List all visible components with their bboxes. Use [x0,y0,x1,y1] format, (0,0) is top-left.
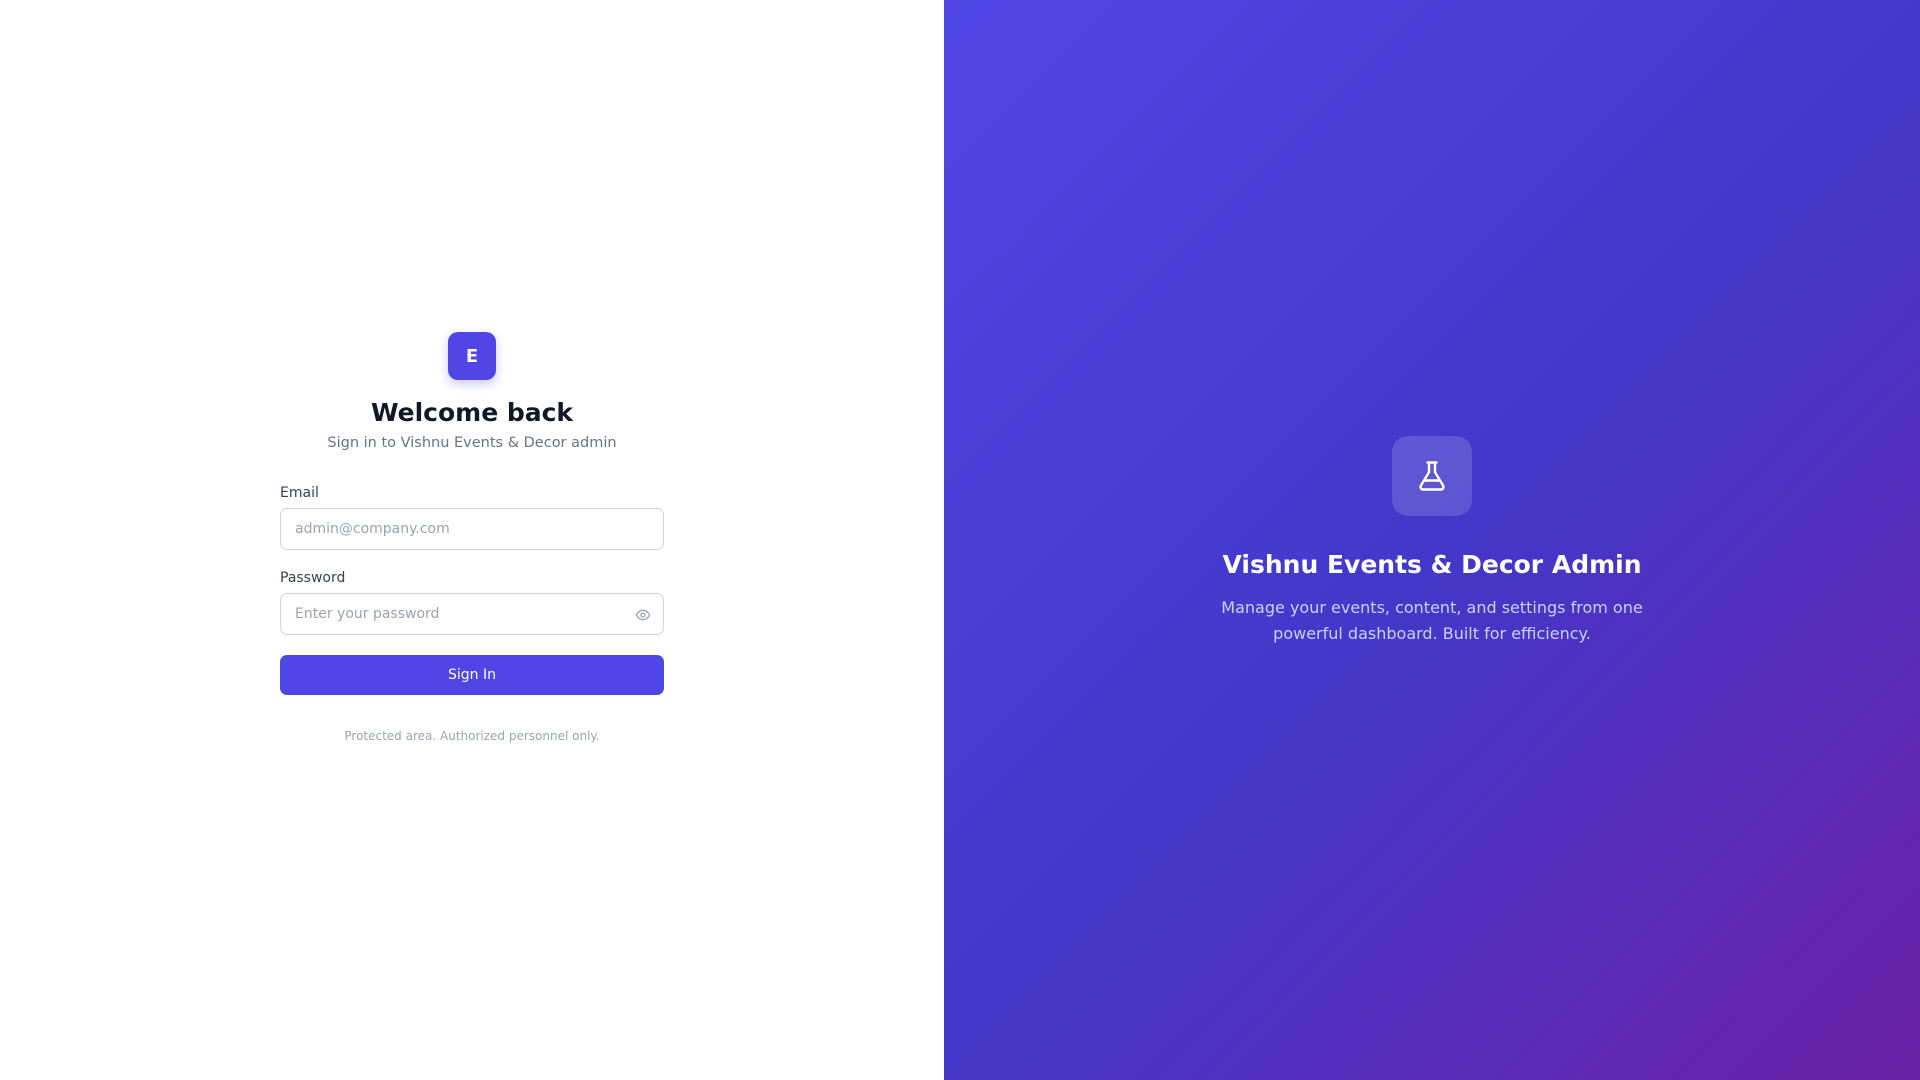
footnote: Protected area. Authorized personnel onl… [344,729,600,743]
page-subtitle: Sign in to Vishnu Events & Decor admin [327,435,617,451]
email-label: Email [280,485,319,501]
flask-icon [1392,436,1472,516]
login-form: E Welcome back Sign in to Vishnu Events … [280,332,664,743]
password-input-box [280,593,664,635]
hero-description: Manage your events, content, and setting… [1221,598,1643,643]
login-panel: E Welcome back Sign in to Vishnu Events … [0,0,944,1080]
hero-panel: Vishnu Events & Decor Admin Manage your … [944,0,1920,1080]
hero-content: Vishnu Events & Decor Admin Manage your … [944,436,1920,647]
page-title: Welcome back [370,398,574,427]
hero-title: Vishnu Events & Decor Admin [1222,550,1642,579]
email-input[interactable] [281,509,663,549]
logo-badge: E [448,332,496,380]
email-field-group: Email [280,485,664,550]
eye-icon[interactable] [635,607,651,623]
password-input[interactable] [281,594,663,634]
sign-in-button[interactable]: Sign In [280,655,664,695]
password-label: Password [280,570,346,586]
password-field-group: Password [280,570,664,635]
email-input-box [280,508,664,550]
